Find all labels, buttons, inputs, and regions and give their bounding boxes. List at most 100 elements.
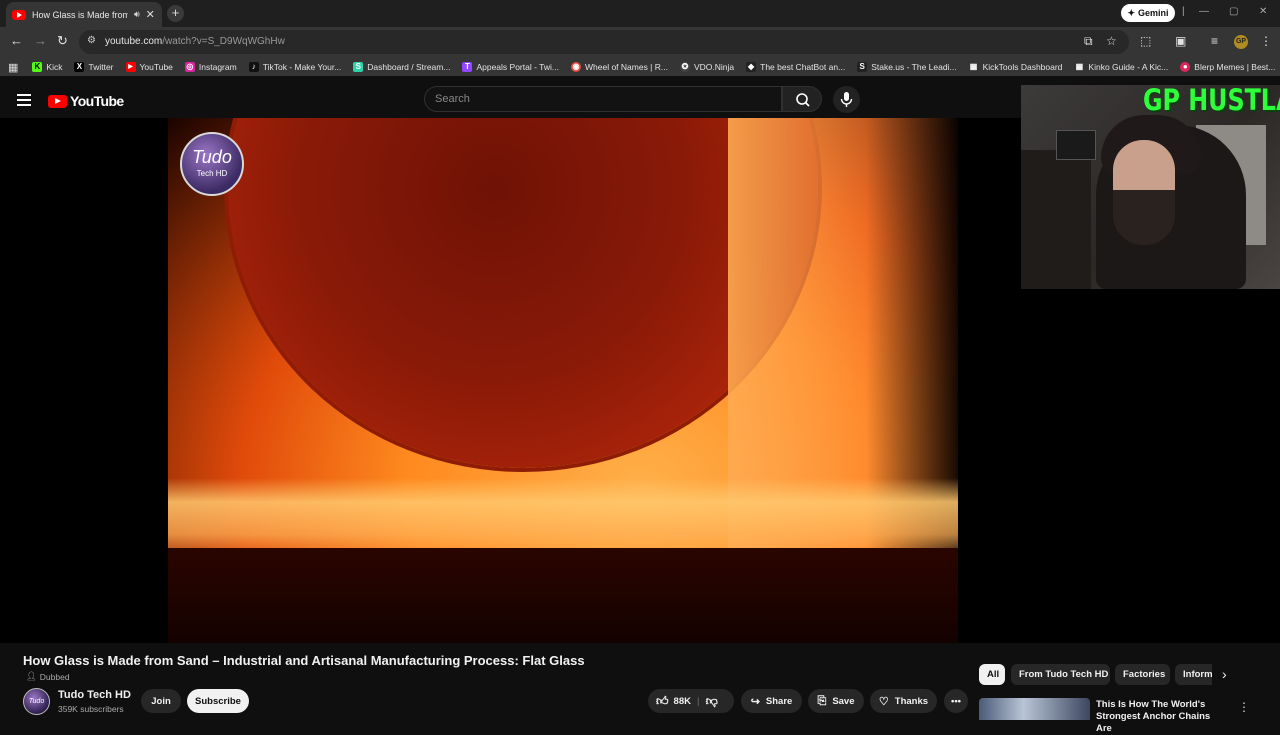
wheel-of-names-icon: ◉	[570, 61, 581, 72]
kicktools-icon: ▦	[968, 61, 979, 72]
dubbed-label: Dubbed	[39, 671, 70, 682]
channel-name[interactable]: Tudo Tech HD	[58, 689, 131, 701]
forward-arrow-icon[interactable]: →	[34, 34, 47, 48]
bookmark-label: Blerp Memes | Best...	[1194, 61, 1276, 72]
webcam-poster	[1056, 130, 1096, 160]
bookmark-item[interactable]: ● Blerp Memes | Best...	[1180, 61, 1276, 72]
kinko-guide-icon: ▦	[1074, 61, 1085, 72]
like-count: 88K	[673, 695, 691, 707]
bookmark-label: Dashboard / Stream...	[367, 61, 451, 72]
stake-icon: S	[857, 61, 868, 72]
apps-grid-icon[interactable]: ▦	[8, 61, 18, 74]
save-button[interactable]: ⎘ Save	[808, 689, 864, 713]
more-actions-button[interactable]: •••	[944, 689, 968, 713]
bookmark-icon: ⎘	[817, 694, 827, 707]
gemini-button[interactable]: ✦ Gemini	[1121, 4, 1175, 22]
bookmark-item[interactable]: ▶ YouTube	[125, 61, 173, 72]
watermark-line-1: Tudo	[192, 147, 232, 167]
bookmark-label: The best ChatBot an...	[760, 61, 846, 72]
bookmark-label: Stake.us - The Leadi...	[871, 61, 957, 72]
youtube-play-icon	[48, 94, 67, 108]
subscriber-count: 359K subscribers	[58, 704, 124, 714]
back-arrow-icon[interactable]: ←	[10, 34, 23, 48]
bookmark-label: Twitter	[88, 61, 114, 72]
tiktok-icon: ♪	[248, 61, 259, 72]
bookmark-item[interactable]: ◎ Instagram	[184, 61, 237, 72]
bookmark-item[interactable]: ◆ The best ChatBot an...	[746, 61, 846, 72]
like-divider: |	[696, 695, 700, 707]
more-horizontal-icon: •••	[951, 695, 961, 707]
x-twitter-icon: X	[74, 61, 85, 72]
install-app-icon[interactable]: ⧉	[1084, 34, 1093, 49]
tab-title: How Glass is Made from Sa	[32, 9, 128, 20]
bookmark-item[interactable]: ◉ Wheel of Names | R...	[570, 61, 668, 72]
chevron-right-icon[interactable]: ›	[1222, 666, 1227, 682]
bookmark-label: KickTools Dashboard	[982, 61, 1063, 72]
bookmark-star-icon[interactable]: ☆	[1106, 34, 1117, 48]
minimize-icon[interactable]: —	[1199, 6, 1209, 17]
hamburger-menu-icon[interactable]	[17, 94, 31, 106]
recommended-video-title[interactable]: This Is How The World's Strongest Anchor…	[1096, 699, 1226, 735]
chip-from-channel[interactable]: From Tudo Tech HD	[1011, 664, 1110, 685]
search-icon	[796, 93, 810, 107]
instagram-icon: ◎	[184, 61, 195, 72]
bookmark-item[interactable]: X Twitter	[74, 61, 114, 72]
bookmark-item[interactable]: ♪ TikTok - Make Your...	[248, 61, 341, 72]
search-input[interactable]	[425, 87, 745, 111]
bookmark-item[interactable]: S Dashboard / Stream...	[353, 61, 451, 72]
thanks-button[interactable]: ♡ Thanks	[870, 689, 937, 713]
voice-search-button[interactable]	[833, 86, 860, 113]
audio-playing-icon[interactable]: 🔊︎	[134, 9, 140, 20]
url-text[interactable]: youtube.com/watch?v=S_D9WqWGhHw	[105, 36, 285, 47]
thumbs-up-icon: 👍︎	[656, 693, 669, 708]
dislike-button[interactable]: 👎︎	[706, 694, 718, 709]
more-vertical-icon[interactable]: ⋮	[1238, 700, 1250, 714]
furnace-shadow	[168, 548, 958, 643]
url-host: youtube.com	[105, 36, 163, 47]
search-button[interactable]	[782, 86, 822, 112]
new-tab-button[interactable]: +	[167, 5, 184, 22]
join-button[interactable]: Join	[141, 689, 181, 713]
like-button[interactable]: 👍︎ 88K	[656, 694, 691, 709]
media-control-icon[interactable]: ≡	[1211, 34, 1218, 48]
browser-tab-strip: How Glass is Made from Sa 🔊︎ ✕ + ✦ Gemin…	[0, 0, 1280, 27]
streamer-webcam: GP HUSTLA	[1021, 85, 1280, 289]
channel-avatar[interactable]: Tudo	[23, 688, 50, 715]
bookmark-item[interactable]: ✪ VDO.Ninja	[679, 61, 734, 72]
address-bar[interactable]: ⚙ youtube.com/watch?v=S_D9WqWGhHw	[79, 30, 1129, 54]
search-box	[424, 86, 782, 112]
youtube-logo[interactable]: YouTube	[48, 93, 124, 109]
chip-inform[interactable]: Inform	[1175, 664, 1212, 685]
browser-menu-icon[interactable]: ⋮	[1260, 34, 1272, 48]
bookmark-item[interactable]: K Kick	[32, 61, 62, 72]
video-frame: Tudo Tech HD	[168, 118, 958, 643]
close-window-icon[interactable]: ✕	[1259, 6, 1267, 17]
maximize-icon[interactable]: ▢	[1229, 6, 1238, 17]
chip-factories[interactable]: Factories	[1115, 664, 1170, 685]
bookmark-label: Kinko Guide - A Kic...	[1088, 61, 1169, 72]
bookmark-item[interactable]: S Stake.us - The Leadi...	[857, 61, 957, 72]
join-label: Join	[151, 695, 171, 707]
chip-all[interactable]: All	[979, 664, 1005, 685]
bookmark-label: YouTube	[139, 61, 173, 72]
share-label: Share	[765, 695, 793, 707]
channel-watermark[interactable]: Tudo Tech HD	[180, 132, 244, 196]
bookmark-item[interactable]: ▦ Kinko Guide - A Kic...	[1074, 61, 1169, 72]
thanks-heart-icon: ♡	[878, 695, 889, 708]
reload-icon[interactable]: ↻	[57, 34, 68, 48]
recommended-video-thumbnail[interactable]	[979, 698, 1090, 720]
molten-glass-band	[168, 478, 958, 558]
close-tab-icon[interactable]: ✕	[146, 8, 155, 21]
bookmark-item[interactable]: ▦ KickTools Dashboard	[968, 61, 1063, 72]
bookmark-item[interactable]: T Appeals Portal - Twi...	[462, 61, 559, 72]
profile-avatar[interactable]: GP	[1234, 35, 1248, 49]
subscribe-button[interactable]: Subscribe	[187, 689, 249, 713]
cast-icon[interactable]: ▣	[1175, 34, 1186, 48]
site-info-icon[interactable]: ⚙	[87, 35, 99, 47]
extensions-icon[interactable]: ⬚	[1140, 34, 1151, 48]
video-title: How Glass is Made from Sand – Industrial…	[23, 653, 585, 668]
share-icon: ↪	[750, 695, 760, 708]
bookmark-label: Instagram	[198, 61, 237, 72]
share-button[interactable]: ↪ Share	[741, 689, 802, 713]
browser-tab-active[interactable]: How Glass is Made from Sa 🔊︎ ✕	[6, 2, 162, 27]
